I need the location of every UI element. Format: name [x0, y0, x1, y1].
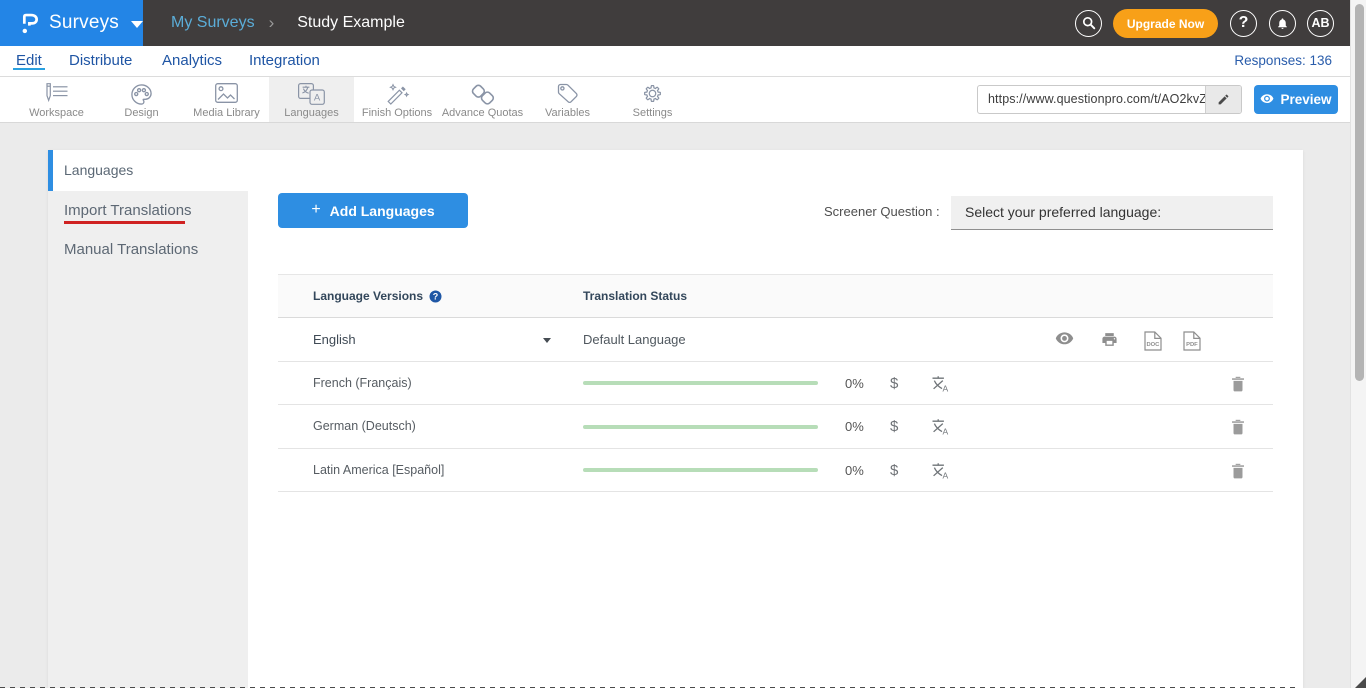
svg-text:PDF: PDF	[1186, 342, 1198, 348]
svg-text:A: A	[942, 427, 948, 435]
svg-text:A: A	[942, 470, 948, 478]
svg-text:A: A	[314, 93, 321, 104]
svg-text:?: ?	[433, 292, 439, 302]
svg-text:A: A	[942, 383, 948, 391]
svg-text:DOC: DOC	[1146, 342, 1160, 348]
